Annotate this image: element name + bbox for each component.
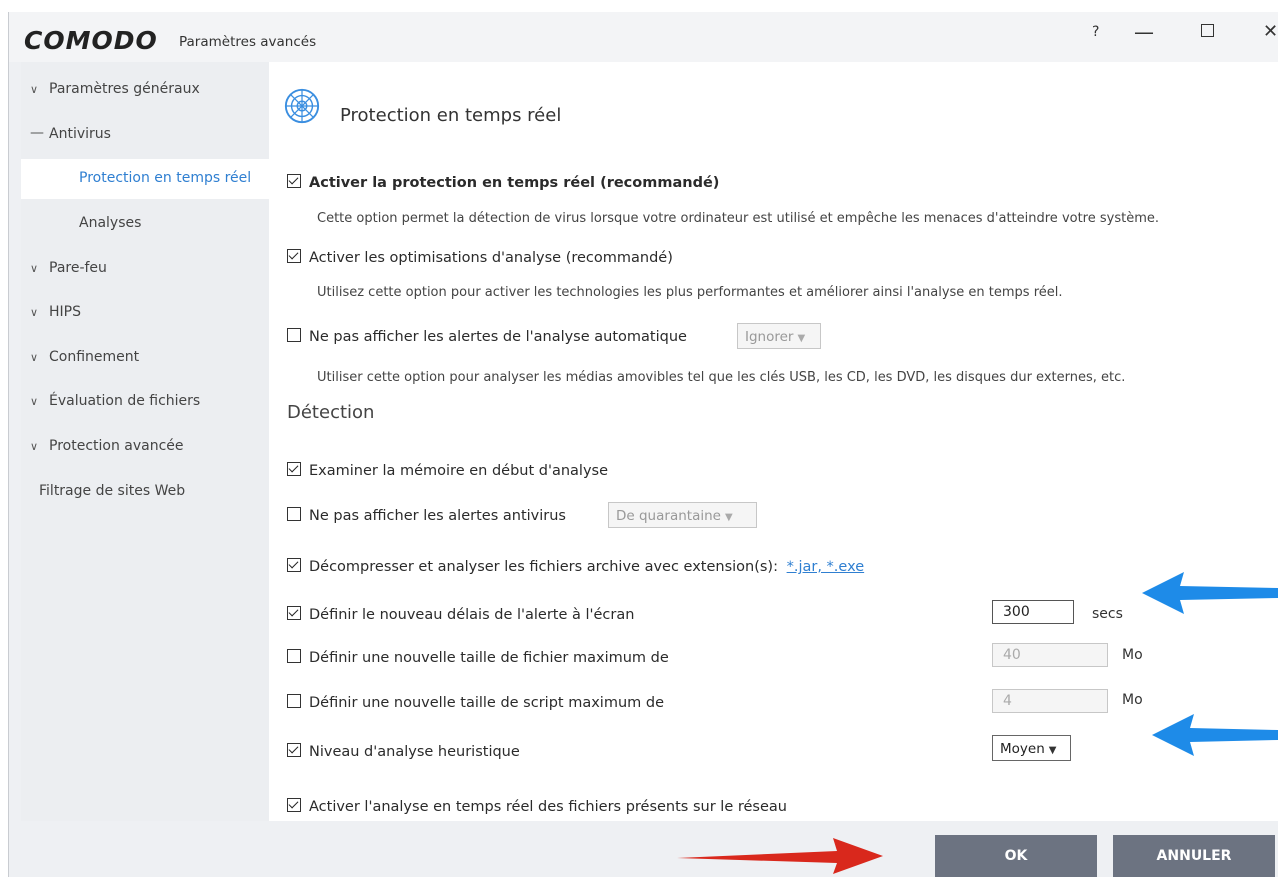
sidebar-item-antivirus[interactable]: — Antivirus — [21, 115, 269, 155]
sidebar-item-label: Confinement — [49, 349, 140, 365]
option-label: Ne pas afficher les alertes de l'analyse… — [309, 329, 687, 345]
sidebar-item-hips[interactable]: ∨ HIPS — [21, 293, 269, 333]
sidebar-item-label: Filtrage de sites Web — [39, 483, 186, 499]
checkbox-checked[interactable] — [287, 743, 301, 757]
chevron-down-icon: ∨ — [30, 83, 39, 96]
option-label: Niveau d'analyse heuristique — [309, 744, 520, 760]
option-label: Définir une nouvelle taille de script ma… — [309, 695, 664, 711]
blue-arrow-icon — [1142, 572, 1278, 614]
settings-panel: Protection en temps réel Activer la prot… — [269, 62, 1278, 821]
scan-memory-checkbox[interactable]: Examiner la mémoire en début d'analyse — [287, 462, 608, 479]
max-file-size-unit: Mo — [1122, 647, 1143, 663]
option-label: Activer la protection en temps réel (rec… — [309, 175, 720, 191]
checkbox-checked[interactable] — [287, 558, 301, 572]
archive-extensions-link[interactable]: *.jar, *.exe — [787, 559, 865, 575]
dropdown-value: Ignorer — [745, 329, 794, 345]
checkbox-unchecked[interactable] — [287, 694, 301, 708]
max-script-size-input[interactable]: 4 — [992, 689, 1108, 713]
sidebar-item-scans[interactable]: Analyses — [21, 204, 269, 244]
option-description: Utilisez cette option pour activer les t… — [317, 285, 1063, 300]
comodo-logo: COMODO — [24, 26, 158, 55]
window-title: Paramètres avancés — [179, 34, 317, 50]
no-antivirus-alerts-checkbox[interactable]: Ne pas afficher les alertes antivirus — [287, 507, 566, 524]
max-script-size-checkbox[interactable]: Définir une nouvelle taille de script ma… — [287, 694, 664, 711]
sidebar-item-containment[interactable]: ∨ Confinement — [21, 338, 269, 378]
chevron-down-icon: ∨ — [30, 262, 39, 275]
detection-heading: Détection — [287, 402, 375, 423]
collapse-dash-icon: — — [30, 125, 44, 141]
dropdown-caret-icon: ▼ — [797, 333, 806, 344]
maximize-button[interactable] — [1201, 24, 1214, 37]
checkbox-checked[interactable] — [287, 174, 301, 188]
chevron-down-icon: ∨ — [30, 306, 39, 319]
sidebar-item-label: Pare-feu — [49, 260, 107, 276]
chevron-down-icon: ∨ — [30, 395, 39, 408]
max-file-size-input[interactable]: 40 — [992, 643, 1108, 667]
sidebar-item-advanced-protection[interactable]: ∨ Protection avancée — [21, 427, 269, 467]
sidebar-item-label: Évaluation de fichiers — [49, 393, 201, 409]
help-button[interactable]: ? — [1092, 24, 1099, 40]
network-files-scan-checkbox[interactable]: Activer l'analyse en temps réel des fich… — [287, 798, 787, 815]
checkbox-checked[interactable] — [287, 462, 301, 476]
option-label: Ne pas afficher les alertes antivirus — [309, 508, 566, 524]
checkbox-unchecked[interactable] — [287, 328, 301, 342]
option-label: Activer l'analyse en temps réel des fich… — [309, 799, 787, 815]
checkbox-checked[interactable] — [287, 798, 301, 812]
no-autoscan-alerts-checkbox[interactable]: Ne pas afficher les alertes de l'analyse… — [287, 328, 687, 345]
sidebar-item-file-rating[interactable]: ∨ Évaluation de fichiers — [21, 382, 269, 422]
option-label: Définir une nouvelle taille de fichier m… — [309, 650, 669, 666]
sidebar-item-web-filtering[interactable]: Filtrage de sites Web — [21, 472, 269, 512]
realtime-protection-checkbox[interactable]: Activer la protection en temps réel (rec… — [287, 174, 719, 191]
title-bar: COMODO Paramètres avancés ? — ✕ — [9, 12, 1278, 62]
autoscan-alert-action-dropdown[interactable]: Ignorer ▼ — [737, 323, 821, 349]
dropdown-value: De quarantaine — [616, 508, 721, 524]
decompress-archives-checkbox[interactable]: Décompresser et analyser les fichiers ar… — [287, 558, 864, 575]
sidebar-item-label: Protection en temps réel — [79, 170, 252, 186]
heuristic-level-checkbox[interactable]: Niveau d'analyse heuristique — [287, 743, 520, 760]
realtime-protection-icon — [284, 88, 320, 124]
option-label: Activer les optimisations d'analyse (rec… — [309, 250, 673, 266]
sidebar-item-realtime-protection[interactable]: Protection en temps réel — [21, 159, 269, 199]
section-title: Protection en temps réel — [340, 105, 562, 126]
checkbox-unchecked[interactable] — [287, 649, 301, 663]
checkbox-checked[interactable] — [287, 249, 301, 263]
option-label: Examiner la mémoire en début d'analyse — [309, 463, 608, 479]
settings-window: COMODO Paramètres avancés ? — ✕ ∨ Paramè… — [8, 12, 1278, 877]
heuristic-level-dropdown[interactable]: Moyen ▼ — [992, 735, 1071, 761]
max-script-size-unit: Mo — [1122, 692, 1143, 708]
chevron-down-icon: ∨ — [30, 351, 39, 364]
checkbox-checked[interactable] — [287, 606, 301, 620]
sidebar-item-label: Antivirus — [49, 126, 111, 142]
sidebar-item-label: Protection avancée — [49, 438, 184, 454]
chevron-down-icon: ∨ — [30, 440, 39, 453]
sidebar: ∨ Paramètres généraux — Antivirus Protec… — [21, 62, 269, 821]
option-description: Utiliser cette option pour analyser les … — [317, 370, 1126, 385]
sidebar-item-firewall[interactable]: ∨ Pare-feu — [21, 249, 269, 289]
sidebar-item-label: Paramètres généraux — [49, 81, 200, 97]
alert-delay-checkbox[interactable]: Définir le nouveau délais de l'alerte à … — [287, 606, 634, 623]
minimize-button[interactable]: — — [1134, 20, 1154, 44]
dropdown-caret-icon: ▼ — [724, 512, 733, 523]
option-label: Définir le nouveau délais de l'alerte à … — [309, 607, 635, 623]
sidebar-item-general[interactable]: ∨ Paramètres généraux — [21, 70, 269, 110]
ok-button[interactable]: OK — [935, 835, 1097, 877]
alert-delay-unit: secs — [1092, 606, 1123, 622]
close-button[interactable]: ✕ — [1263, 21, 1278, 42]
dropdown-value: Moyen — [1000, 741, 1045, 757]
cancel-button[interactable]: ANNULER — [1113, 835, 1275, 877]
option-label: Décompresser et analyser les fichiers ar… — [309, 559, 778, 575]
max-file-size-checkbox[interactable]: Définir une nouvelle taille de fichier m… — [287, 649, 669, 666]
dropdown-caret-icon: ▼ — [1048, 745, 1057, 756]
antivirus-alert-action-dropdown[interactable]: De quarantaine ▼ — [608, 502, 757, 528]
red-arrow-icon — [677, 838, 883, 874]
sidebar-item-label: HIPS — [49, 304, 81, 320]
sidebar-item-label: Analyses — [79, 215, 142, 231]
alert-delay-input[interactable]: 300 — [992, 600, 1074, 624]
blue-arrow-icon — [1152, 714, 1278, 756]
checkbox-unchecked[interactable] — [287, 507, 301, 521]
scan-optimizations-checkbox[interactable]: Activer les optimisations d'analyse (rec… — [287, 249, 673, 266]
option-description: Cette option permet la détection de viru… — [317, 211, 1160, 226]
